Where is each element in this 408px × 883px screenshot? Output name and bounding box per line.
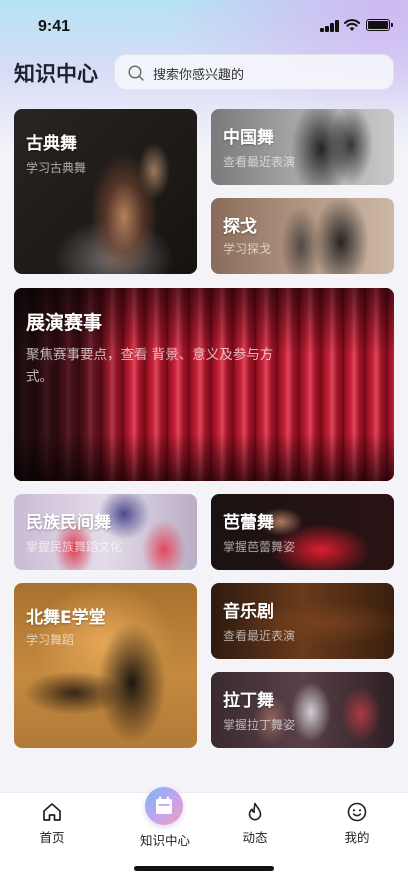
card-beiwu-academy[interactable]: 北舞E学堂 学习舞蹈 xyxy=(14,583,197,748)
card-classical-dance[interactable]: 古典舞 学习古典舞 xyxy=(14,109,197,274)
card-subtitle: 学习舞蹈 xyxy=(26,633,75,647)
card-title: 北舞E学堂 xyxy=(26,608,106,628)
page-title: 知识中心 xyxy=(14,62,98,86)
card-events[interactable]: 展演赛事 聚焦赛事要点，查看 背景、意义及参与方式。 xyxy=(14,288,394,481)
tab-label: 动态 xyxy=(242,830,268,845)
card-musical[interactable]: 音乐剧 查看最近表演 xyxy=(211,583,394,659)
battery-icon xyxy=(366,19,393,31)
card-folk-dance[interactable]: 民族民间舞 掌握民族舞蹈文化 xyxy=(14,494,197,570)
card-title: 拉丁舞 xyxy=(223,691,274,711)
tab-label: 首页 xyxy=(39,830,65,845)
card-latin-dance[interactable]: 拉丁舞 掌握拉丁舞姿 xyxy=(211,672,394,748)
card-title: 古典舞 xyxy=(26,134,77,154)
smile-icon xyxy=(347,802,367,822)
tab-label: 我的 xyxy=(344,830,370,845)
card-subtitle: 查看最近表演 xyxy=(223,155,296,169)
search-icon xyxy=(128,65,144,81)
search-input[interactable]: 搜索你感兴趣的 xyxy=(114,54,394,90)
card-title: 音乐剧 xyxy=(223,602,274,622)
card-subtitle: 聚焦赛事要点，查看 背景、意义及参与方式。 xyxy=(26,347,274,385)
card-ballet[interactable]: 芭蕾舞 掌握芭蕾舞姿 xyxy=(211,494,394,570)
tab-feed[interactable]: 动态 xyxy=(215,801,295,849)
card-tango[interactable]: 探戈 学习探戈 xyxy=(211,198,394,274)
card-title: 探戈 xyxy=(223,217,257,237)
card-subtitle: 掌握拉丁舞姿 xyxy=(223,718,296,732)
card-title: 展演赛事 xyxy=(26,312,103,334)
wifi-icon xyxy=(344,19,360,31)
card-subtitle: 查看最近表演 xyxy=(223,629,296,643)
card-subtitle: 掌握芭蕾舞姿 xyxy=(223,540,296,554)
card-chinese-dance[interactable]: 中国舞 查看最近表演 xyxy=(211,109,394,185)
header: 知识中心 搜索你感兴趣的 xyxy=(0,52,408,94)
card-title: 芭蕾舞 xyxy=(223,513,274,533)
flame-icon xyxy=(248,802,262,821)
tab-home[interactable]: 首页 xyxy=(12,801,92,849)
status-time: 9:41 xyxy=(38,18,71,35)
active-tab-badge xyxy=(145,787,183,825)
home-indicator xyxy=(134,866,274,871)
tab-knowledge-center[interactable]: 知识中心 xyxy=(125,787,205,849)
tab-profile[interactable]: 我的 xyxy=(317,801,397,849)
card-subtitle: 掌握民族舞蹈文化 xyxy=(26,540,123,554)
cellular-signal-icon xyxy=(320,20,340,32)
search-placeholder: 搜索你感兴趣的 xyxy=(153,68,245,83)
card-subtitle: 学习古典舞 xyxy=(26,161,87,175)
status-bar: 9:41 xyxy=(0,0,408,52)
card-title: 民族民间舞 xyxy=(26,513,111,533)
card-title: 中国舞 xyxy=(223,128,274,148)
calendar-icon xyxy=(156,796,172,814)
card-subtitle: 学习探戈 xyxy=(223,242,272,256)
home-icon xyxy=(43,803,61,821)
tab-label: 知识中心 xyxy=(139,833,190,848)
